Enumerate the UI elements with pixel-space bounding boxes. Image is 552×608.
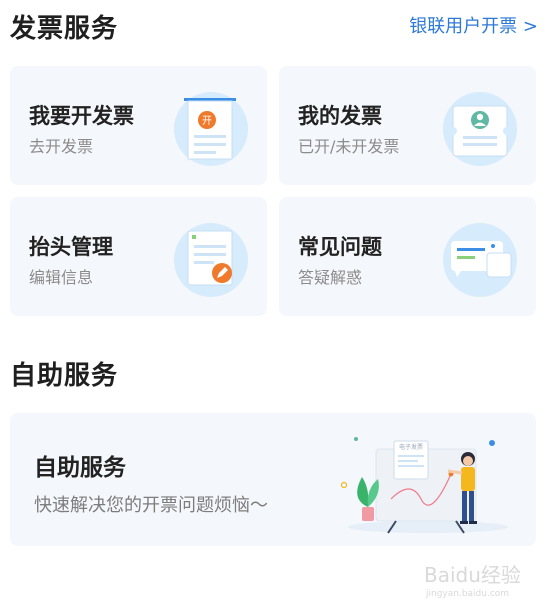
invoice-issue-icon: 开: [174, 92, 248, 166]
card-title: 我要开发票: [29, 104, 134, 128]
my-invoice-icon: [443, 92, 517, 166]
invoice-section-title: 发票服务: [10, 14, 119, 44]
title-edit-icon: [174, 223, 248, 297]
card-subtitle: 编辑信息: [29, 268, 94, 287]
card-subtitle: 去开发票: [29, 137, 94, 156]
watermark-subtext: jingyan.baidu.com: [425, 589, 509, 599]
card-title: 我的发票: [298, 104, 382, 128]
board-label: 电子发票: [399, 443, 423, 451]
card-subtitle: 答疑解惑: [298, 268, 363, 287]
card-faq[interactable]: 常见问题 答疑解惑: [279, 197, 536, 316]
card-subtitle: 已开/未开发票: [298, 137, 400, 156]
card-issue-invoice[interactable]: 我要开发票 去开发票 开: [10, 66, 267, 185]
baidu-watermark: Baidu经验 jingyan.baidu.com: [424, 563, 521, 599]
card-my-invoices[interactable]: 我的发票 已开/未开发票: [279, 66, 536, 185]
invoice-badge-text: 开: [202, 116, 212, 127]
card-title: 抬头管理: [29, 235, 113, 259]
watermark-text: Baidu经验: [424, 563, 521, 587]
faq-chat-icon: [443, 223, 517, 297]
unionpay-invoice-link[interactable]: 银联用户开票 >: [409, 12, 538, 38]
self-service-illustration: 电子发票: [340, 437, 508, 534]
self-service-card-subtitle: 快速解决您的开票问题烦恼～: [34, 495, 268, 516]
card-title: 常见问题: [298, 235, 382, 259]
card-title-management[interactable]: 抬头管理 编辑信息: [10, 197, 267, 316]
self-service-card-title: 自助服务: [34, 455, 126, 481]
self-service-section-title: 自助服务: [10, 361, 119, 391]
self-service-card[interactable]: 自助服务 快速解决您的开票问题烦恼～ 电子发票: [10, 413, 536, 546]
